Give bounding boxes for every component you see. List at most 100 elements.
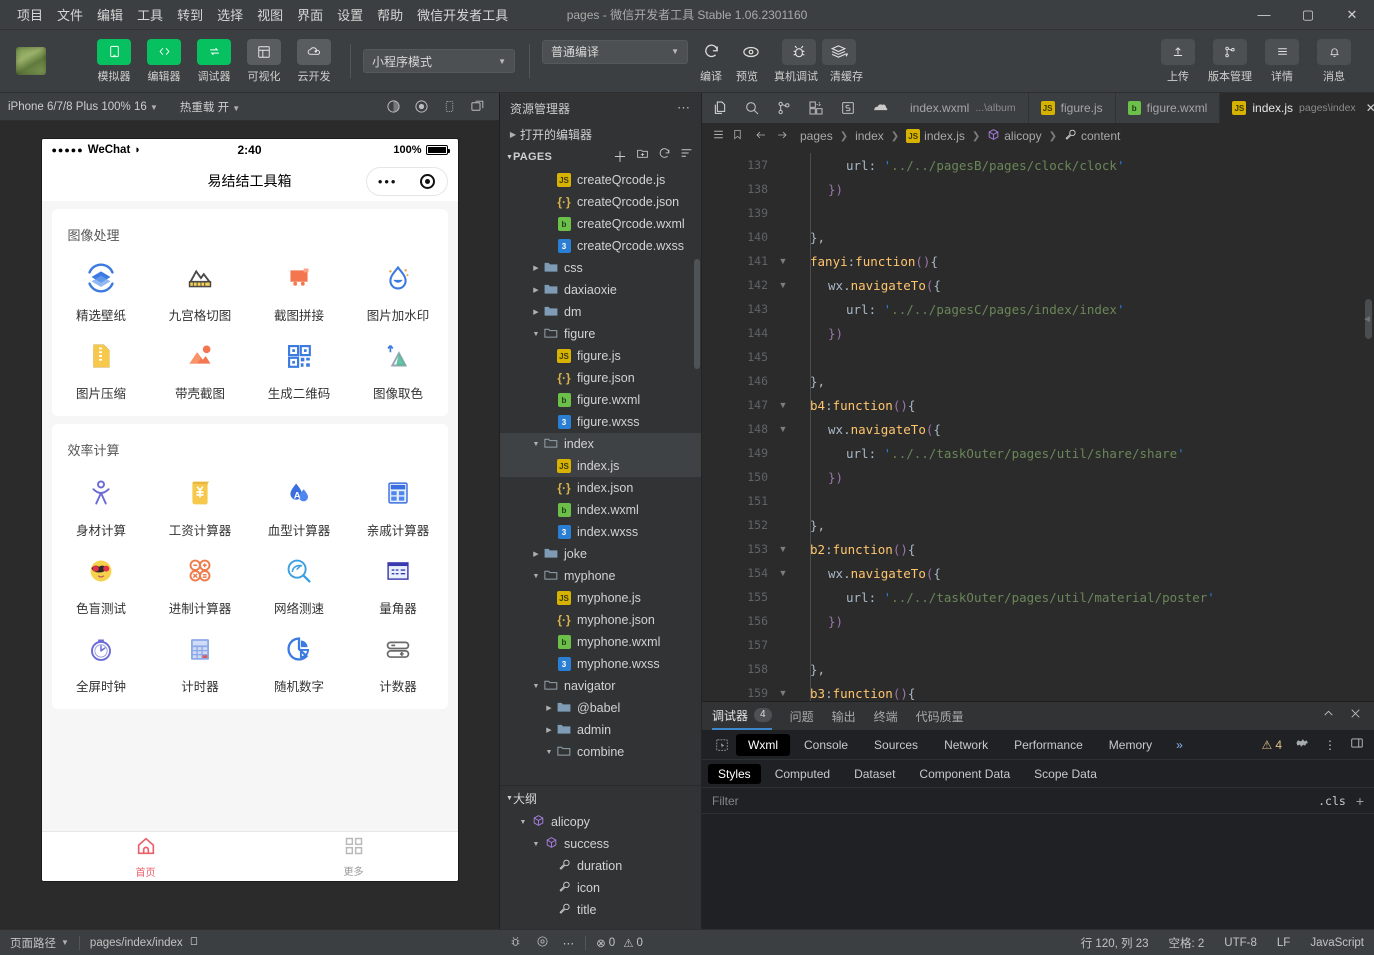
tree-arrow-icon[interactable]: ▼ — [530, 573, 542, 580]
app-tile[interactable]: 计时器 — [151, 629, 250, 695]
fold-toggle[interactable]: ▼ — [774, 273, 792, 297]
tree-node[interactable]: 3index.wxss — [500, 521, 701, 543]
outline-tree[interactable]: ▼alicopy▼successdurationicontitle — [500, 811, 701, 929]
menu-item-8[interactable]: 设置 — [330, 1, 370, 28]
eol-setting[interactable]: LF — [1267, 937, 1300, 949]
tree-node[interactable]: ▼combine — [500, 741, 701, 763]
app-tile[interactable]: 身材计算 — [52, 473, 151, 539]
warning-indicator[interactable]: ⚠ 4 — [1262, 738, 1282, 752]
breadcrumb-item[interactable]: index — [855, 129, 884, 143]
fold-toggle[interactable]: ▼ — [774, 561, 792, 585]
devtools-tab-终端[interactable]: 终端 — [874, 708, 898, 725]
breadcrumb-item[interactable]: alicopy — [987, 128, 1041, 144]
app-tile[interactable]: 计数器 — [349, 629, 448, 695]
fold-toggle[interactable]: ▼ — [774, 249, 792, 273]
toolbar-details-button[interactable]: 详情 — [1258, 39, 1306, 84]
tree-node[interactable]: 3createQrcode.wxss — [500, 235, 701, 257]
toolbar-toggle-cloud[interactable]: 云开发 — [290, 39, 338, 84]
cloud-tool-icon[interactable] — [864, 94, 896, 122]
styles-tab-computed[interactable]: Computed — [765, 764, 840, 784]
gear-icon[interactable] — [1296, 736, 1310, 753]
fold-toggle[interactable] — [774, 225, 792, 249]
outline-node[interactable]: ▼success — [500, 833, 701, 855]
fold-toggle[interactable]: ▼ — [774, 393, 792, 417]
wechat-capsule-buttons[interactable]: ••• — [366, 167, 448, 196]
bookmark-icon[interactable] — [732, 128, 743, 144]
toolbar-branch-button[interactable]: 版本管理 — [1206, 39, 1254, 84]
forward-arrow-icon[interactable] — [775, 129, 789, 144]
tabbar-home[interactable]: 首页 — [42, 832, 250, 881]
tree-node[interactable]: JScreateQrcode.js — [500, 169, 701, 191]
tree-node[interactable]: {·}myphone.json — [500, 609, 701, 631]
inspector-tab-wxml[interactable]: Wxml — [736, 734, 790, 756]
source-control-icon[interactable] — [768, 94, 800, 122]
fold-toggle[interactable] — [774, 201, 792, 225]
tree-arrow-icon[interactable]: ▼ — [543, 749, 555, 756]
menu-item-0[interactable]: 项目 — [10, 1, 50, 28]
record-icon[interactable] — [407, 96, 435, 118]
encoding-setting[interactable]: UTF-8 — [1214, 937, 1267, 949]
app-tile[interactable]: 生成二维码 — [250, 336, 349, 402]
tree-node[interactable]: {·}createQrcode.json — [500, 191, 701, 213]
tree-node[interactable]: ▼myphone — [500, 565, 701, 587]
devtools-tab-调试器[interactable]: 调试器4 — [712, 702, 772, 730]
app-tile[interactable]: 色盲测试 — [52, 551, 151, 617]
search-icon[interactable] — [736, 94, 768, 122]
fold-toggle[interactable] — [774, 513, 792, 537]
tree-node[interactable]: ▼figure — [500, 323, 701, 345]
inspector-tab-performance[interactable]: Performance — [1002, 734, 1095, 756]
tree-node[interactable]: ▶@babel — [500, 697, 701, 719]
styles-tab-component-data[interactable]: Component Data — [909, 764, 1020, 784]
app-tile[interactable]: A血型计算器 — [250, 473, 349, 539]
close-icon[interactable] — [1349, 707, 1362, 725]
tree-arrow-icon[interactable]: ▼ — [530, 441, 542, 448]
pages-section-header[interactable]: ▼ PAGES ＋ — [500, 145, 701, 169]
tree-arrow-icon[interactable]: ▼ — [530, 841, 542, 848]
tree-node[interactable]: 3figure.wxss — [500, 411, 701, 433]
menu-item-1[interactable]: 文件 — [50, 1, 90, 28]
app-tile[interactable]: 精选壁纸 — [52, 258, 151, 324]
detach-simulator-icon[interactable] — [463, 96, 491, 118]
bug-icon[interactable] — [509, 935, 522, 951]
fold-toggle[interactable] — [774, 633, 792, 657]
real-device-debug-button[interactable] — [782, 39, 816, 65]
hot-reload-select[interactable]: 热重载 开 ▼ — [180, 99, 240, 115]
app-tile[interactable]: 截图拼接 — [250, 258, 349, 324]
menu-item-4[interactable]: 转到 — [170, 1, 210, 28]
breadcrumb-item[interactable]: JSindex.js — [906, 129, 965, 143]
language-mode[interactable]: JavaScript — [1300, 937, 1374, 949]
code-content[interactable]: url: '../../pagesB/pages/clock/clock'}) … — [792, 149, 1374, 701]
inspector-tab-console[interactable]: Console — [792, 734, 860, 756]
code-editor[interactable]: 1371381391401411421431441451461471481491… — [702, 149, 1374, 701]
status-more-icon[interactable]: ⋯ — [563, 936, 576, 950]
throttle-icon[interactable] — [379, 96, 407, 118]
toolbar-toggle-phone[interactable]: 模拟器 — [90, 39, 138, 84]
app-tile[interactable]: 九宫格切图 — [151, 258, 250, 324]
tree-arrow-icon[interactable]: ▼ — [517, 819, 529, 826]
outline-node[interactable]: icon — [500, 877, 701, 899]
menu-item-10[interactable]: 微信开发者工具 — [410, 1, 515, 28]
indent-setting[interactable]: 空格: 2 — [1159, 935, 1215, 951]
tree-node[interactable]: bfigure.wxml — [500, 389, 701, 411]
menu-item-6[interactable]: 视图 — [250, 1, 290, 28]
tree-node[interactable]: {·}figure.json — [500, 367, 701, 389]
toolbar-upload-button[interactable]: 上传 — [1154, 39, 1202, 84]
toolbar-bell-button[interactable]: 消息 — [1310, 39, 1358, 84]
outline-node[interactable]: ▼alicopy — [500, 811, 701, 833]
outline-section-header[interactable]: ▼ 大纲 — [500, 785, 701, 811]
new-file-icon[interactable]: ＋ — [613, 147, 627, 167]
tree-arrow-icon[interactable]: ▶ — [530, 308, 542, 316]
explorer-scrollbar[interactable] — [694, 259, 700, 369]
inspector-tab-sources[interactable]: Sources — [862, 734, 930, 756]
scroll-down-arrow-icon[interactable]: ◄ — [1362, 314, 1372, 325]
tree-node[interactable]: ▼index — [500, 433, 701, 455]
fold-toggle[interactable] — [774, 489, 792, 513]
menu-item-7[interactable]: 界面 — [290, 1, 330, 28]
chevron-up-icon[interactable] — [1322, 707, 1335, 725]
editor-tab-figure-wxml[interactable]: bfigure.wxml — [1116, 93, 1221, 123]
tree-node[interactable]: {·}index.json — [500, 477, 701, 499]
app-tile[interactable]: 图片压缩 — [52, 336, 151, 402]
tree-node[interactable]: ▶dm — [500, 301, 701, 323]
fold-gutter[interactable]: ▼▼▼▼▼▼▼ — [774, 149, 792, 701]
breadcrumb-item[interactable]: pages — [800, 129, 833, 143]
